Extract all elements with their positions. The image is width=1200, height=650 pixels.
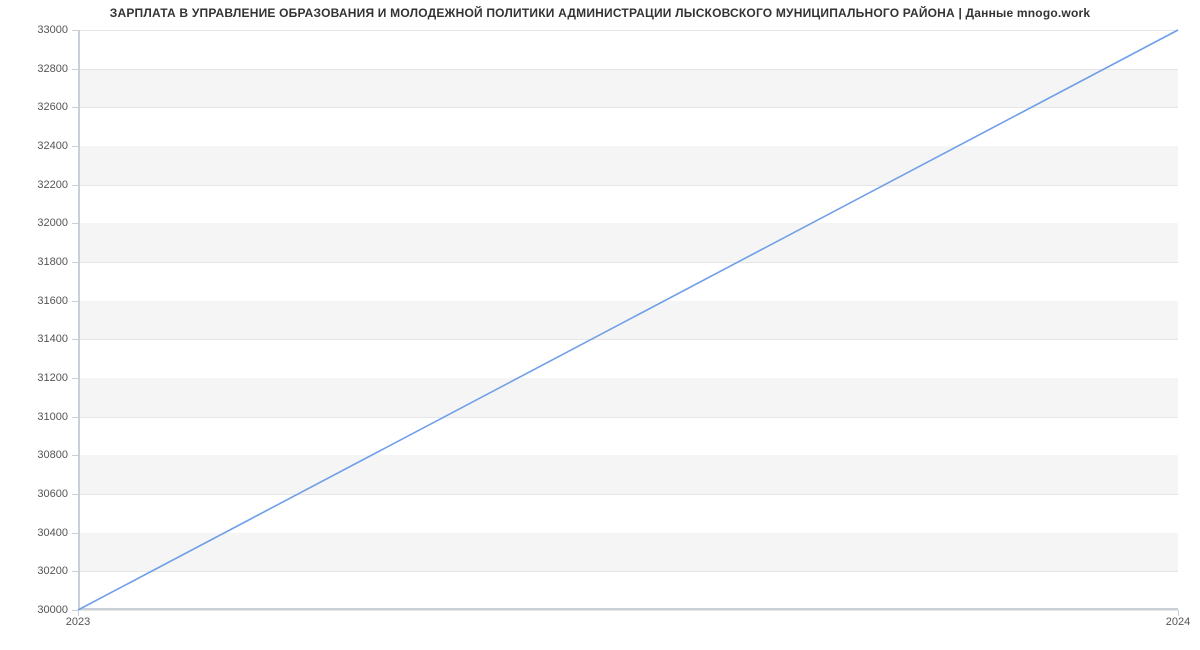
y-tick bbox=[72, 378, 78, 379]
chart-title: ЗАРПЛАТА В УПРАВЛЕНИЕ ОБРАЗОВАНИЯ И МОЛО… bbox=[0, 6, 1200, 20]
y-tick bbox=[72, 417, 78, 418]
x-tick-label: 2023 bbox=[66, 616, 90, 628]
y-tick bbox=[72, 533, 78, 534]
y-tick-label: 31400 bbox=[37, 333, 68, 345]
y-tick bbox=[72, 262, 78, 263]
y-gridline bbox=[78, 610, 1178, 611]
y-tick bbox=[72, 30, 78, 31]
y-tick-label: 30000 bbox=[37, 604, 68, 616]
x-tick-label: 2024 bbox=[1166, 616, 1190, 628]
y-tick-label: 30200 bbox=[37, 565, 68, 577]
y-tick-label: 31200 bbox=[37, 372, 68, 384]
y-tick bbox=[72, 185, 78, 186]
plot-inner: 3000030200304003060030800310003120031400… bbox=[78, 30, 1178, 610]
line-layer bbox=[78, 30, 1178, 610]
series-line bbox=[78, 30, 1178, 610]
y-tick bbox=[72, 301, 78, 302]
y-tick-label: 32000 bbox=[37, 217, 68, 229]
y-tick-label: 32600 bbox=[37, 101, 68, 113]
chart-container: ЗАРПЛАТА В УПРАВЛЕНИЕ ОБРАЗОВАНИЯ И МОЛО… bbox=[0, 0, 1200, 650]
plot-area: 3000030200304003060030800310003120031400… bbox=[78, 30, 1178, 610]
y-tick-label: 32400 bbox=[37, 140, 68, 152]
y-tick-label: 33000 bbox=[37, 24, 68, 36]
y-tick bbox=[72, 494, 78, 495]
y-tick-label: 32200 bbox=[37, 179, 68, 191]
y-tick-label: 31000 bbox=[37, 411, 68, 423]
y-tick-label: 31600 bbox=[37, 295, 68, 307]
y-tick-label: 30800 bbox=[37, 449, 68, 461]
y-tick bbox=[72, 223, 78, 224]
y-tick-label: 32800 bbox=[37, 63, 68, 75]
y-tick bbox=[72, 455, 78, 456]
y-tick bbox=[72, 146, 78, 147]
y-tick bbox=[72, 107, 78, 108]
y-tick-label: 30400 bbox=[37, 527, 68, 539]
y-tick bbox=[72, 69, 78, 70]
y-tick bbox=[72, 571, 78, 572]
y-tick-label: 30600 bbox=[37, 488, 68, 500]
y-tick-label: 31800 bbox=[37, 256, 68, 268]
y-tick bbox=[72, 339, 78, 340]
